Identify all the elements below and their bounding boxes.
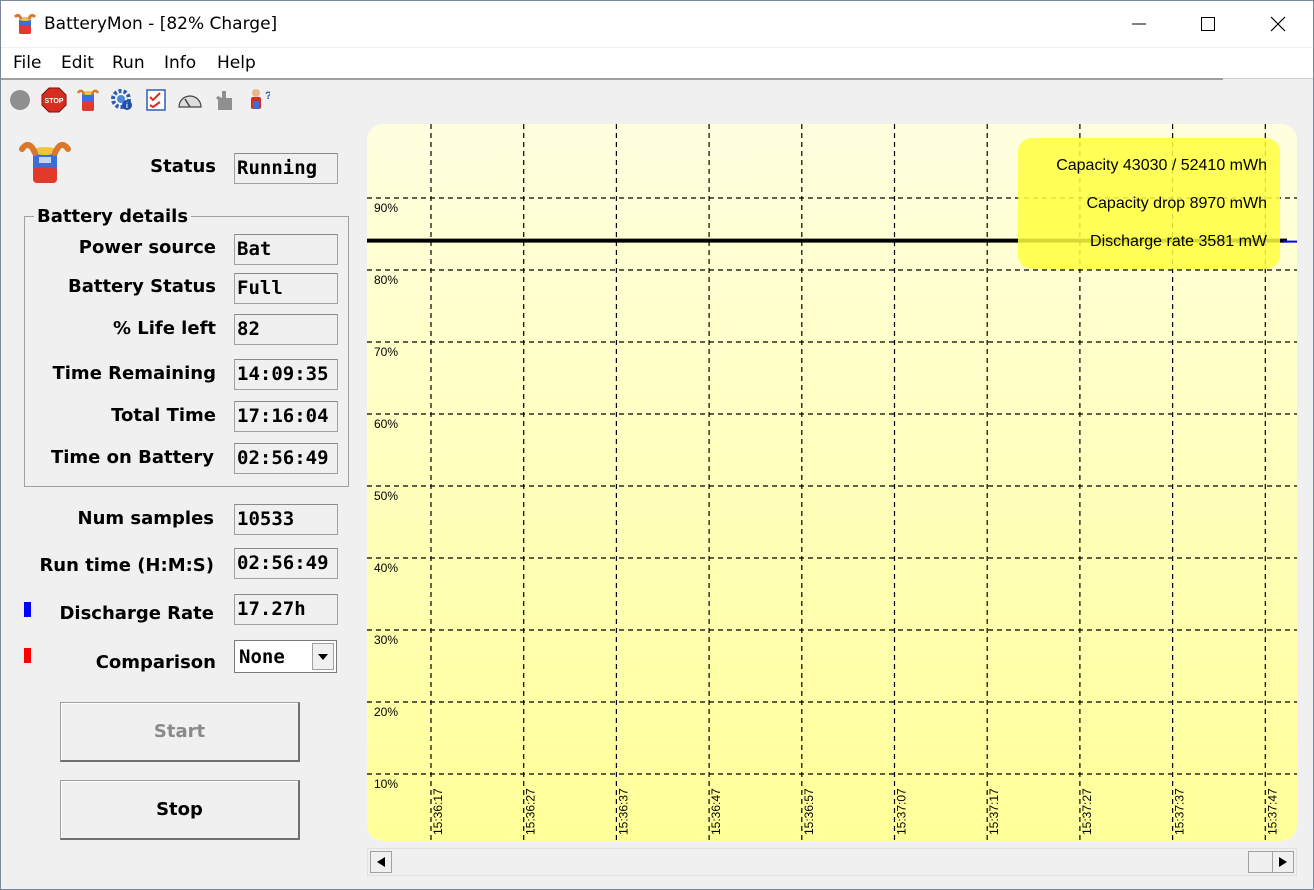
close-button[interactable]	[1243, 1, 1313, 47]
x-tick-label: 15:36:47	[709, 788, 723, 835]
toolbar-settings-button[interactable]: i	[107, 85, 137, 115]
toolbar-stop-button[interactable]: STOP	[39, 85, 69, 115]
time-on-battery-label: Time on Battery	[50, 447, 214, 468]
x-tick-label: 15:36:27	[524, 788, 538, 835]
status-field: Running	[234, 153, 338, 184]
total-time-field: 17:16:04	[234, 401, 338, 432]
toolbar-gauge-button[interactable]	[175, 85, 205, 115]
time-remaining-label: Time Remaining	[52, 363, 216, 384]
power-source-field: Bat	[234, 234, 338, 265]
comparison-rate-select[interactable]: None	[234, 640, 337, 673]
stop-button[interactable]: Stop	[60, 780, 300, 840]
record-circle-icon	[10, 90, 30, 110]
annotation-text: Discharge rate 3581 mW	[1090, 233, 1268, 250]
status-label: Status	[150, 156, 216, 177]
svg-text:i: i	[126, 103, 128, 110]
comparison-rate-label-clip: Comparison Rate	[41, 649, 217, 681]
toolbar-start-button[interactable]	[5, 85, 35, 115]
annotation-text: Capacity 43030 / 52410 mWh	[1056, 157, 1267, 174]
start-button[interactable]: Start	[60, 702, 300, 762]
total-time-label: Total Time	[111, 405, 216, 426]
num-samples-field: 10533	[234, 504, 338, 535]
title-bar: BatteryMon - [82% Charge]	[1, 1, 1313, 47]
gear-icon: i	[111, 89, 132, 110]
menu-help[interactable]: Help	[217, 53, 256, 73]
menu-separator	[1, 78, 1223, 80]
svg-text:?: ?	[265, 90, 270, 102]
x-tick-label: 15:37:17	[987, 788, 1001, 835]
y-tick-label: 60%	[374, 417, 398, 431]
close-icon	[1270, 16, 1286, 32]
life-left-label: % Life left	[112, 318, 216, 339]
battery-app-icon	[13, 13, 37, 34]
scroll-left-button[interactable]	[370, 851, 392, 873]
menu-bar: File Edit Run Info Help	[1, 48, 1313, 79]
time-on-battery-field: 02:56:49	[234, 443, 338, 474]
x-tick-label: 15:37:47	[1265, 788, 1279, 835]
x-tick-label: 15:37:37	[1173, 788, 1187, 835]
y-tick-label: 10%	[374, 777, 398, 791]
menu-run[interactable]: Run	[112, 53, 145, 73]
x-tick-label: 15:36:57	[802, 788, 816, 835]
chevron-right-icon	[1279, 857, 1287, 867]
y-tick-label: 90%	[374, 201, 398, 215]
help-person-icon: ?	[251, 89, 270, 109]
hand-pointer-icon	[216, 91, 232, 110]
comparison-dropdown-button[interactable]	[312, 643, 334, 670]
toolbar-pointer-button[interactable]	[209, 85, 239, 115]
battery-details-title: Battery details	[34, 206, 192, 227]
battery-logo-icon	[19, 141, 71, 183]
discharge-rate-field: 17.27h	[234, 594, 338, 625]
annotation-text: Capacity drop 8970 mWh	[1086, 195, 1267, 212]
x-tick-label: 15:36:37	[616, 788, 630, 835]
menu-file[interactable]: File	[13, 53, 41, 73]
comparison-rate-value: None	[239, 646, 285, 668]
x-tick-label: 15:37:07	[895, 788, 909, 835]
toolbar-help-button[interactable]: ?	[243, 85, 273, 115]
stop-sign-icon: STOP	[41, 87, 67, 113]
num-samples-label: Num samples	[77, 508, 215, 529]
battery-status-field: Full	[234, 273, 338, 304]
y-tick-label: 40%	[374, 561, 398, 575]
menu-edit[interactable]: Edit	[61, 53, 94, 73]
discharge-rate-swatch	[24, 602, 31, 617]
gauge-icon	[178, 95, 202, 108]
run-time-field: 02:56:49	[234, 548, 338, 579]
menu-info[interactable]: Info	[164, 53, 196, 73]
window-title: BatteryMon - [82% Charge]	[44, 14, 278, 34]
minimize-icon	[1132, 23, 1146, 25]
chevron-left-icon	[377, 857, 385, 867]
y-tick-label: 70%	[374, 345, 398, 359]
battery-icon	[76, 89, 100, 111]
life-left-field: 82	[234, 314, 338, 345]
chart-horizontal-scrollbar[interactable]	[367, 848, 1297, 876]
discharge-rate-label: Discharge Rate	[59, 603, 214, 624]
battery-mon-window: BatteryMon - [82% Charge] File Edit Run …	[0, 0, 1314, 890]
y-tick-label: 50%	[374, 489, 398, 503]
y-tick-label: 20%	[374, 705, 398, 719]
time-remaining-field: 14:09:35	[234, 359, 338, 390]
scroll-thumb[interactable]	[1248, 851, 1274, 873]
scroll-right-button[interactable]	[1272, 851, 1294, 873]
battery-status-label: Battery Status	[67, 276, 216, 297]
toolbar: STOP i ?	[1, 81, 1313, 117]
y-tick-label: 30%	[374, 633, 398, 647]
svg-text:STOP: STOP	[45, 98, 64, 105]
battery-charge-chart: 90% 80% 70% 60% 50% 40% 30% 20% 10% 15:36:17 15:3…	[367, 124, 1297, 841]
comparison-rate-label: Comparison Rate	[95, 652, 216, 681]
maximize-button[interactable]	[1173, 1, 1243, 47]
toolbar-battery-button[interactable]	[73, 85, 103, 115]
comparison-rate-swatch	[24, 648, 31, 663]
x-tick-label: 15:36:17	[431, 788, 445, 835]
y-tick-label: 80%	[374, 273, 398, 287]
maximize-icon	[1201, 17, 1215, 31]
toolbar-checklist-button[interactable]	[141, 85, 171, 115]
checklist-icon	[146, 89, 166, 111]
chevron-down-icon	[318, 653, 328, 660]
minimize-button[interactable]	[1104, 1, 1174, 47]
x-tick-label: 15:37:27	[1080, 788, 1094, 835]
run-time-label: Run time (H:M:S)	[39, 555, 214, 576]
power-source-label: Power source	[78, 237, 216, 258]
